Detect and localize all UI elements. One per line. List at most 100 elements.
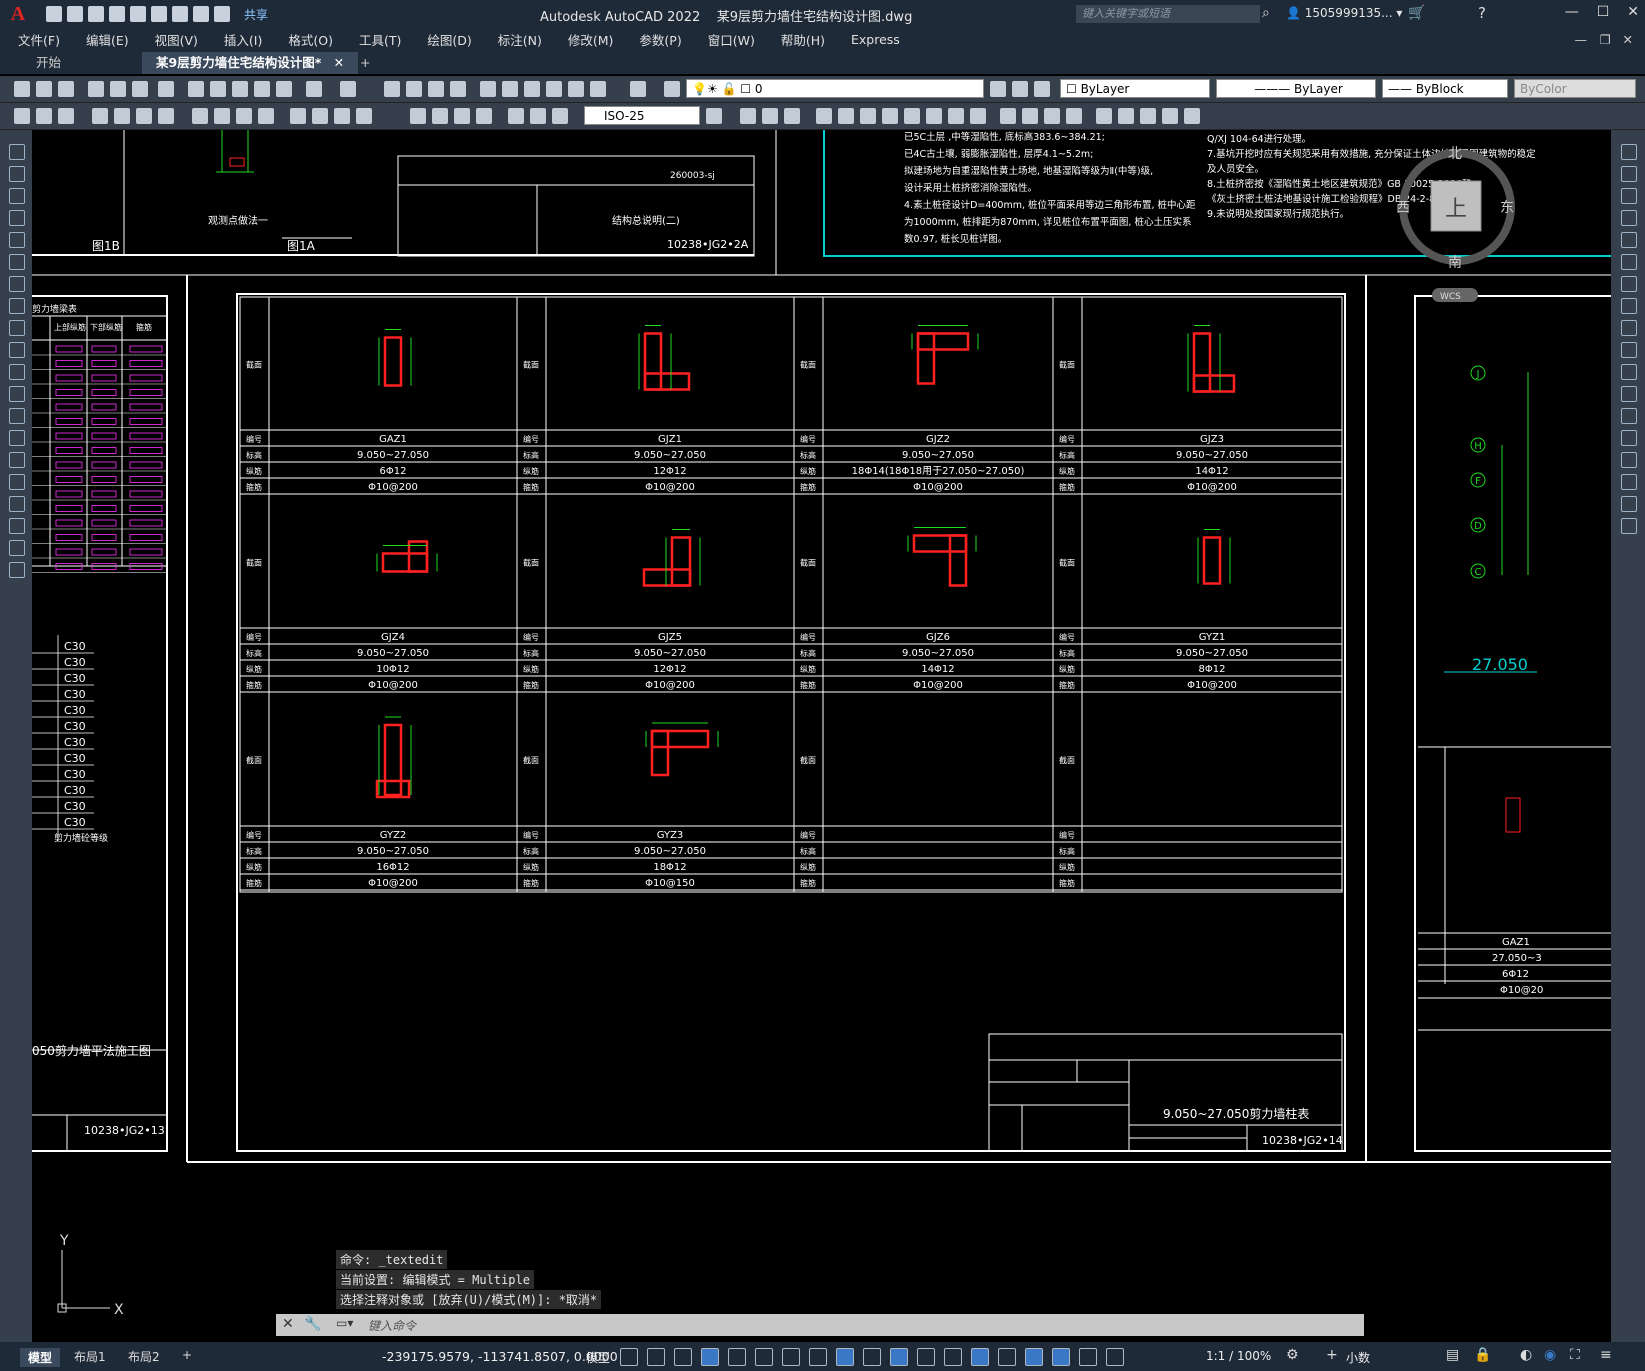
workspace-icon[interactable]: ⚙ (1286, 1347, 1299, 1363)
markup-icon[interactable] (568, 81, 584, 97)
visual-style-icon[interactable] (1000, 108, 1016, 124)
fillet-icon[interactable] (1621, 474, 1637, 490)
layer-properties-icon[interactable] (664, 81, 680, 97)
menu-edit[interactable]: 编辑(E) (86, 30, 129, 49)
drawing-canvas[interactable]: 260003-sj 结构总说明(二) 10238•JG2•2A 图1B 图1A … (32, 130, 1611, 1342)
dim-diameter-icon[interactable] (158, 108, 174, 124)
menu-dimension[interactable]: 标注(N) (498, 30, 542, 49)
add-layout-icon[interactable]: + (182, 1348, 192, 1362)
dim-jogged-icon[interactable] (136, 108, 152, 124)
circle-icon[interactable] (9, 276, 25, 292)
offset-icon[interactable] (1621, 210, 1637, 226)
color-dropdown[interactable]: ☐ ByLayer (1060, 79, 1210, 98)
search-icon[interactable]: ⌕ (1262, 5, 1270, 21)
share-button[interactable]: 共享 (244, 6, 268, 23)
chamfer-icon[interactable] (1621, 452, 1637, 468)
tab-close-icon[interactable]: ✕ (334, 55, 344, 70)
annotation-scale-icon[interactable] (1106, 1348, 1124, 1366)
lookup-icon[interactable] (1096, 108, 1112, 124)
pan-icon[interactable] (384, 81, 400, 97)
user-account[interactable]: 👤 1505999135... ▾ (1286, 6, 1402, 20)
doc-restore-icon[interactable]: ❐ (1600, 32, 1611, 47)
open-icon[interactable] (36, 81, 52, 97)
3d-print-icon[interactable] (158, 81, 174, 97)
cart-icon[interactable]: 🛒 (1408, 5, 1425, 21)
add-selected-icon[interactable] (9, 562, 25, 578)
dim-continue-icon[interactable] (258, 108, 274, 124)
tool-palettes-icon[interactable] (524, 81, 540, 97)
gradient-icon[interactable] (9, 474, 25, 490)
copy-icon[interactable] (210, 81, 226, 97)
menu-draw[interactable]: 绘图(D) (427, 30, 471, 49)
viewcube-north[interactable]: 北 (1448, 146, 1462, 162)
ortho-icon[interactable] (728, 1348, 746, 1366)
design-center-icon[interactable] (502, 81, 518, 97)
undo-icon[interactable] (306, 81, 322, 97)
menu-help[interactable]: 帮助(H) (781, 30, 825, 49)
jogged-linear-icon[interactable] (432, 108, 448, 124)
stretch-icon[interactable] (1621, 320, 1637, 336)
clean-screen-icon[interactable]: ⛶ (1570, 1347, 1580, 1363)
erase-icon[interactable] (1621, 144, 1637, 160)
orbit-icon[interactable] (816, 108, 832, 124)
spline-icon[interactable] (9, 320, 25, 336)
snap-icon[interactable] (647, 1348, 665, 1366)
break-icon[interactable] (1621, 408, 1637, 424)
point-icon[interactable] (9, 430, 25, 446)
menu-view[interactable]: 视图(V) (155, 30, 198, 49)
attach-icon[interactable] (1184, 108, 1200, 124)
menu-modify[interactable]: 修改(M) (568, 30, 614, 49)
array-icon[interactable] (1621, 232, 1637, 248)
menu-format[interactable]: 格式(O) (288, 30, 333, 49)
undo-icon[interactable] (193, 6, 209, 22)
viewport-icon[interactable] (1140, 108, 1156, 124)
lineweight-icon[interactable] (863, 1348, 881, 1366)
quickcalc-icon[interactable] (590, 81, 606, 97)
mtext-icon[interactable] (9, 540, 25, 556)
region-icon[interactable] (9, 496, 25, 512)
polyline-icon[interactable] (9, 188, 25, 204)
hatch-icon[interactable] (9, 452, 25, 468)
viewcube-west[interactable]: 西 (1396, 200, 1410, 216)
preview-icon[interactable] (110, 81, 126, 97)
lineweight-dropdown[interactable]: —— ByBlock (1382, 79, 1508, 98)
view-top-icon[interactable] (784, 108, 800, 124)
dim-update-icon[interactable] (508, 108, 524, 124)
object-snap-icon[interactable] (836, 1348, 854, 1366)
join-icon[interactable] (1621, 430, 1637, 446)
lock-ui-icon[interactable]: 🔒 (1474, 1347, 1491, 1363)
scale-icon[interactable] (1621, 298, 1637, 314)
menu-window[interactable]: 窗口(W) (708, 30, 755, 49)
redo-icon[interactable] (214, 6, 230, 22)
open-icon[interactable] (67, 6, 83, 22)
coordinate-readout[interactable]: -239175.9579, -113741.8507, 0.0000 (382, 1349, 618, 1364)
ucs-icon[interactable] (882, 108, 898, 124)
properties-icon[interactable] (480, 81, 496, 97)
dim-radius-icon[interactable] (114, 108, 130, 124)
blend-icon[interactable] (1621, 496, 1637, 512)
ucs-world-icon[interactable] (904, 108, 920, 124)
move-icon[interactable] (1621, 254, 1637, 270)
search-input[interactable]: 键入关键字或短语 (1076, 5, 1260, 23)
sheet-icon[interactable] (1118, 108, 1134, 124)
dim-edit-icon[interactable] (454, 108, 470, 124)
save-web-icon[interactable] (151, 6, 167, 22)
menu-insert[interactable]: 插入(I) (224, 30, 262, 49)
zoom-realtime-icon[interactable] (406, 81, 422, 97)
auto-scale-icon[interactable] (1079, 1348, 1097, 1366)
dim-linear-icon[interactable] (14, 108, 30, 124)
layer-states-icon[interactable] (1034, 81, 1050, 97)
view-3d-icon[interactable] (740, 108, 756, 124)
tab-layout1[interactable]: 布局1 (74, 1348, 106, 1365)
zoom-window-icon[interactable] (428, 81, 444, 97)
revision-cloud-icon[interactable] (9, 298, 25, 314)
dim-arc-icon[interactable] (58, 108, 74, 124)
menu-express[interactable]: Express (851, 32, 900, 47)
close-icon[interactable]: ✕ (1627, 4, 1639, 20)
tab-model[interactable]: 模型 (20, 1348, 61, 1367)
customization-icon[interactable]: ≡ (1600, 1347, 1612, 1363)
center-mark-icon[interactable] (356, 108, 372, 124)
polygon-icon[interactable] (9, 210, 25, 226)
layer-previous-icon[interactable] (1012, 81, 1028, 97)
selection-cycling-icon[interactable] (917, 1348, 935, 1366)
